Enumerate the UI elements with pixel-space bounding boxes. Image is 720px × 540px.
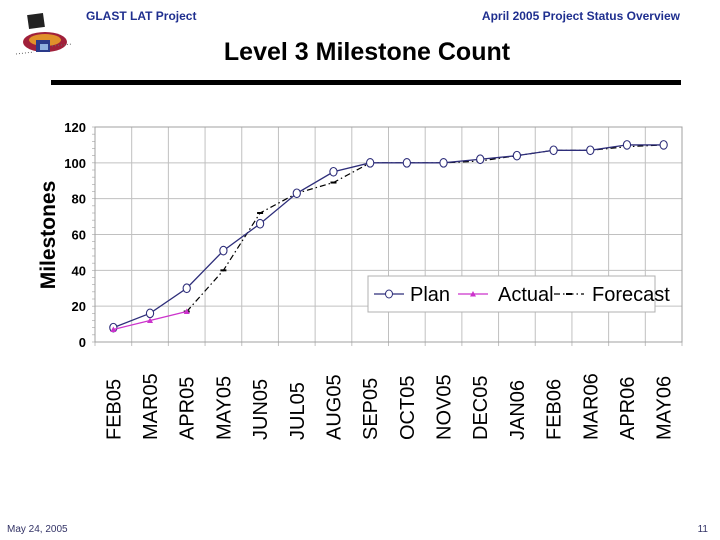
y-axis-title: Milestones (37, 181, 60, 290)
legend-label: Plan (410, 284, 450, 306)
x-tick-label: JAN06 (507, 380, 529, 440)
x-tick-label: MAY05 (213, 376, 235, 440)
x-tick-label: APR06 (617, 377, 639, 440)
plan-point (549, 145, 558, 156)
plan-point (659, 140, 668, 150)
plan-point (329, 166, 338, 177)
x-tick-label: FEB05 (103, 379, 125, 440)
x-tick-label: MAR05 (140, 373, 162, 440)
plan-point (255, 218, 265, 229)
page-number: 11 (697, 524, 708, 535)
x-tick-label: FEB06 (544, 379, 566, 440)
x-tick-label: OCT05 (397, 376, 419, 440)
legend-label: Forecast (592, 284, 670, 306)
milestone-chart: 0 20 40 60 80 100 120 FEB05 MAR05 APR05 MAY05 JUN0… (37, 120, 683, 440)
y-tick-label: 0 (79, 335, 86, 350)
legend-marker (385, 289, 393, 299)
footer-date: May 24, 2005 (7, 524, 68, 535)
y-tick-label: 100 (64, 156, 86, 171)
chart-legend: Plan Actual Forecast (367, 275, 670, 313)
y-tick-label: 20 (72, 299, 86, 314)
x-tick-label: MAR06 (580, 373, 602, 440)
x-tick-label: MAY06 (654, 376, 676, 440)
y-tick-label: 60 (72, 228, 86, 243)
x-tick-label: JUL05 (287, 382, 309, 440)
y-axis-ticks: 0 20 40 60 80 100 120 (64, 120, 86, 350)
x-axis-ticks: FEB05 MAR05 APR05 MAY05 JUN05 JUL05 AUG05 SEP05… (103, 373, 675, 440)
plan-point (512, 150, 522, 161)
x-tick-label: NOV05 (434, 374, 456, 440)
plan-point (366, 157, 375, 168)
legend-label: Actual (498, 284, 554, 306)
plan-point (219, 245, 228, 256)
plan-point (476, 154, 485, 165)
y-tick-label: 80 (72, 192, 86, 207)
x-tick-label: DEC05 (470, 376, 492, 440)
x-tick-label: APR05 (177, 377, 199, 440)
plan-point (182, 283, 191, 294)
plan-point (622, 140, 632, 150)
y-tick-label: 40 (72, 263, 86, 278)
x-tick-label: SEP05 (360, 378, 382, 440)
x-tick-label: JUN05 (250, 379, 272, 440)
plan-point (145, 308, 155, 319)
plan-point (586, 145, 595, 156)
plan-point (402, 157, 411, 168)
x-tick-label: AUG05 (323, 374, 345, 440)
plan-point (292, 188, 301, 199)
plan-point (439, 157, 448, 168)
y-tick-label: 120 (64, 120, 86, 135)
